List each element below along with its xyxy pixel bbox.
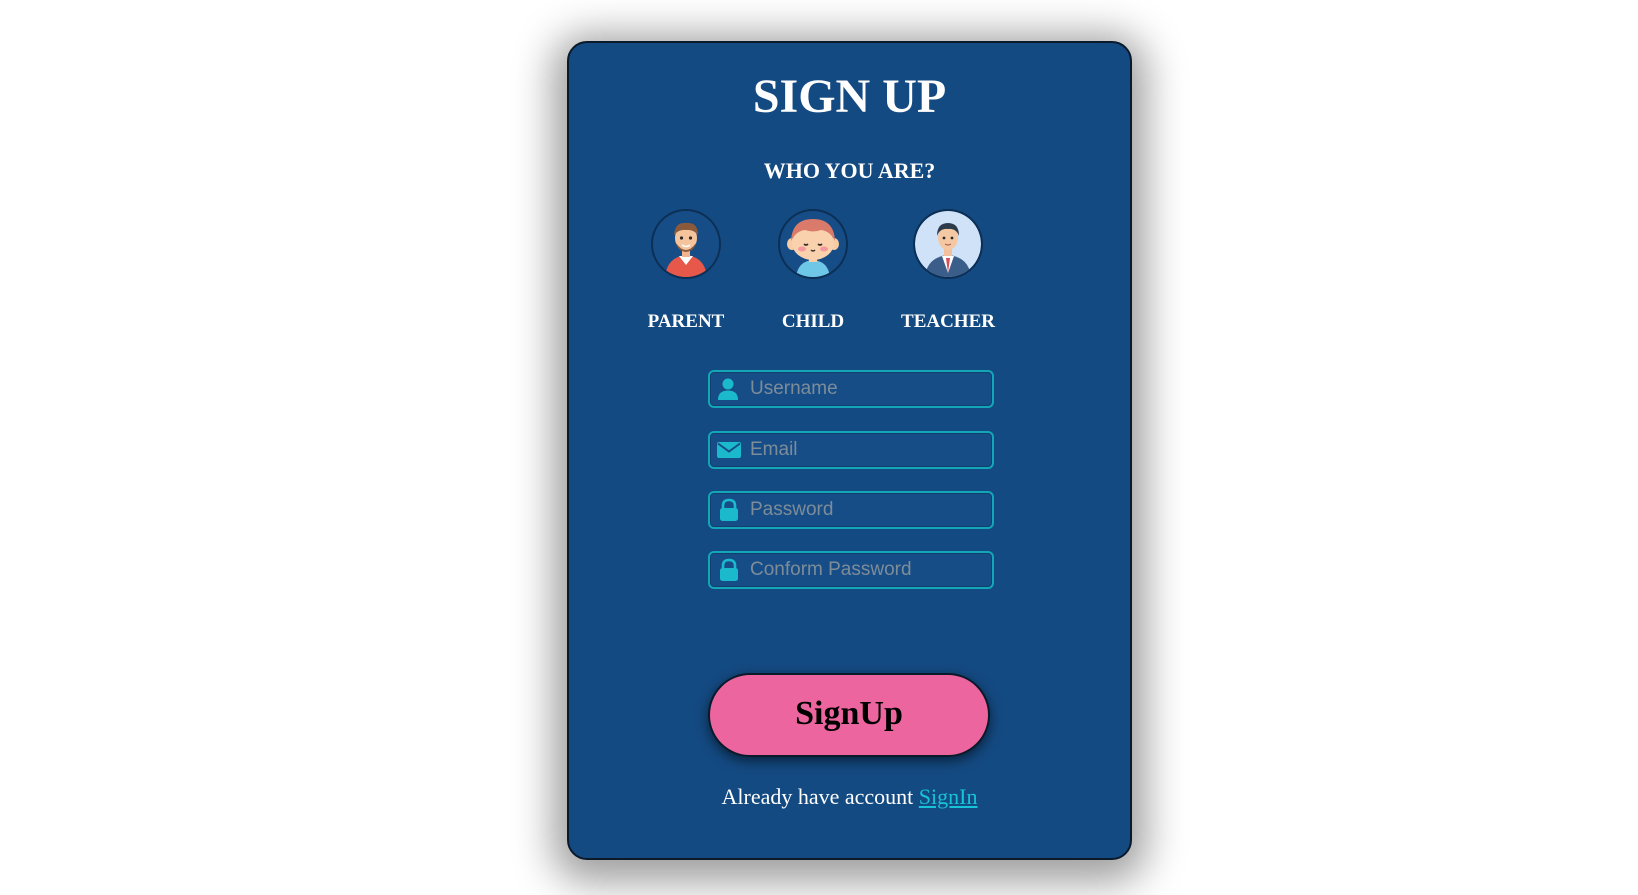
signin-link[interactable]: SignIn [919,784,978,809]
envelope-icon [717,442,741,458]
email-field [708,431,994,469]
parent-avatar-icon[interactable] [653,211,719,277]
username-field [708,370,994,408]
signup-button[interactable]: SignUp [708,673,990,757]
role-label-child[interactable]: CHILD [738,311,888,333]
role-option-child[interactable]: CHILD [738,211,888,333]
signup-card: SIGN UP WHO YOU ARE? PARENT CHILD TEACHE… [567,41,1132,860]
teacher-avatar-icon[interactable] [915,211,981,277]
lock-icon [720,498,738,521]
confirm-password-input[interactable] [750,553,986,587]
username-input[interactable] [750,372,986,406]
child-avatar-icon[interactable] [780,211,846,277]
signin-prompt-text: Already have account [721,784,914,809]
confirm-password-field [708,551,994,589]
lock-icon [720,558,738,581]
page-title: SIGN UP [752,70,947,123]
signin-prompt: Already have account SignIn [569,784,1130,810]
email-input[interactable] [750,433,986,467]
password-field [708,491,994,529]
role-option-teacher[interactable]: TEACHER [873,211,1023,333]
password-input[interactable] [750,493,986,527]
user-icon [718,378,738,400]
role-prompt: WHO YOU ARE? [763,158,936,183]
role-label-teacher[interactable]: TEACHER [873,311,1023,333]
